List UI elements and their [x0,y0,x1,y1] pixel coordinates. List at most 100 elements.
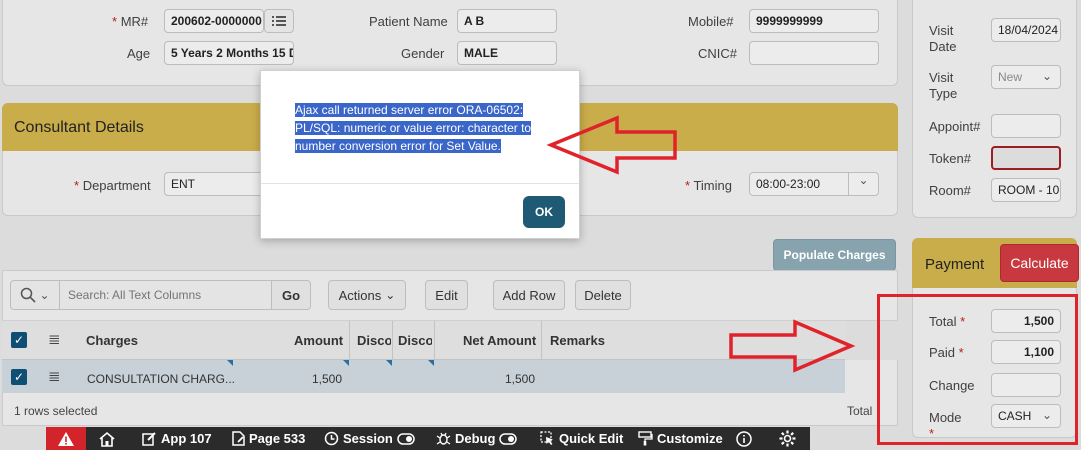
department-field[interactable]: ENT [164,172,264,196]
go-button[interactable]: Go [271,280,311,310]
customize-label: Customize [657,431,723,446]
error-message: Ajax call returned server error ORA-0650… [295,101,545,155]
column-divider [541,321,542,359]
timing-dropdown-button[interactable]: ⌄ [848,173,878,195]
history-icon [324,431,339,446]
patient-name-field[interactable]: A B [457,9,557,33]
row-menu-icon[interactable]: ≣ [48,330,61,348]
app-button[interactable]: App 107 [142,427,212,450]
row-checkbox[interactable]: ✓ [11,369,27,385]
developer-toolbar: App 107 Page 533 Session Debug Quick Edi… [46,427,810,450]
room-label: Room# [929,183,971,198]
search-column-menu[interactable]: ⌄ [11,281,60,309]
appoint-label: Appoint# [929,119,981,134]
visit-type-select[interactable]: New ⌄ [991,65,1061,89]
actions-label: Actions [338,287,382,303]
column-divider [392,321,393,359]
visit-type-label: Visit Type [929,70,958,101]
cell-marker [227,360,233,366]
page-label: Page 533 [249,431,306,446]
populate-charges-button[interactable]: Populate Charges [773,239,896,271]
mr-lookup-button[interactable] [264,9,294,33]
edit-icon [142,432,156,446]
annotation-arrow-right [729,319,856,373]
cell-marker [386,360,392,366]
debug-label: Debug [455,431,496,446]
timing-value: 08:00-23:00 [756,177,821,191]
column-header-discount-2[interactable]: Disco [398,333,432,348]
error-message-text: Ajax call returned server error ORA-0650… [295,103,532,153]
actions-button[interactable]: Actions ⌄ [328,280,406,310]
column-divider [434,321,435,359]
visit-type-value: New [998,70,1023,84]
home-button[interactable] [98,427,116,450]
cursor-icon [540,431,553,445]
error-indicator-button[interactable] [46,427,86,450]
room-field[interactable]: ROOM - 10 [991,178,1061,202]
ok-button[interactable]: OK [523,196,565,228]
add-row-button[interactable]: Add Row [493,280,565,310]
token-field[interactable] [991,146,1061,170]
grid-total-label: Total [847,404,873,418]
bug-icon [436,432,451,445]
age-field[interactable]: 5 Years 2 Months 15 D [164,41,294,65]
session-button[interactable]: Session [324,427,415,450]
token-label: Token# [929,151,971,166]
dialog-divider [261,183,579,184]
mr-field[interactable]: 200602-0000000 [164,9,264,33]
app-label: App 107 [161,431,212,446]
edit-button[interactable]: Edit [425,280,468,310]
cell-charges[interactable]: CONSULTATION CHARG... [87,372,235,386]
payment-title: Payment [925,256,985,273]
session-label: Session [343,431,393,446]
rows-selected-text: 1 rows selected [14,404,98,418]
gender-label: Gender [401,46,445,61]
search-icon [21,287,37,303]
cnic-label: CNIC# [698,46,738,61]
home-icon [99,431,115,447]
chevron-down-icon: ⌄ [1041,69,1052,83]
list-icon [272,16,286,26]
chevron-down-icon: ⌄ [385,288,396,302]
toggle-icon [499,432,518,445]
row-actions-icon[interactable]: ≣ [48,367,61,385]
paint-roller-icon [638,431,653,446]
customize-button[interactable]: Customize [638,427,723,450]
column-divider [349,321,350,359]
timing-select[interactable]: 08:00-23:00 ⌄ [749,172,879,196]
page-button[interactable]: Page 533 [232,427,305,450]
gender-field[interactable]: MALE [457,41,557,65]
gear-icon [779,430,796,447]
cell-amount[interactable]: 1,500 [312,372,342,386]
column-header-charges[interactable]: Charges [86,333,138,348]
info-icon [736,430,752,447]
toggle-icon [397,432,415,445]
cell-marker [343,360,349,366]
department-label: * Department [74,178,151,193]
delete-button[interactable]: Delete [575,280,631,310]
appoint-field[interactable] [991,114,1061,138]
consultant-title: Consultant Details [14,119,144,136]
column-header-net-amount[interactable]: Net Amount [463,333,536,348]
search-input[interactable] [61,282,269,308]
quick-edit-button[interactable]: Quick Edit [540,427,623,450]
column-header-amount[interactable]: Amount [294,333,343,348]
annotation-arrow-left [546,115,677,175]
column-header-remarks[interactable]: Remarks [550,333,605,348]
calculate-button[interactable]: Calculate [1000,244,1079,282]
annotation-highlight-box [877,294,1078,445]
cnic-field[interactable] [749,41,879,65]
quick-edit-label: Quick Edit [559,431,624,446]
select-all-checkbox[interactable]: ✓ [11,332,27,348]
debug-button[interactable]: Debug [436,427,518,450]
column-header-discount-1[interactable]: Disco [357,333,391,348]
mobile-field[interactable]: 9999999999 [749,9,879,33]
page-icon [232,431,245,446]
timing-label: * Timing [685,178,732,193]
patient-name-label: Patient Name [369,14,448,29]
visit-date-field[interactable]: 18/04/2024 [991,18,1061,42]
info-button[interactable] [736,427,752,450]
cell-net-amount[interactable]: 1,500 [505,372,535,386]
settings-button[interactable] [779,427,796,450]
mobile-label: Mobile# [688,14,734,29]
